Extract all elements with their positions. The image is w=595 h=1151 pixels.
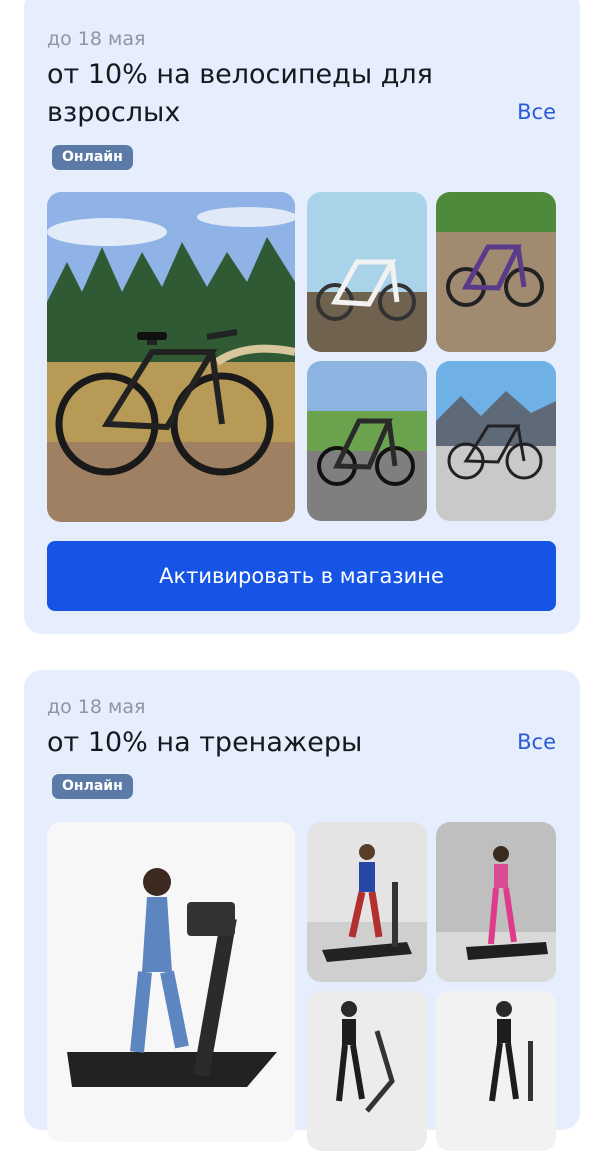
offer-card-fitness[interactable]: до 18 мая от 10% на тренажеры Все Онлайн (24, 670, 580, 1151)
bicycle-purple-image[interactable] (436, 192, 556, 352)
bicycle-mountain-image[interactable] (436, 361, 556, 521)
online-badge: Онлайн (52, 774, 133, 799)
offer-title: от 10% на велосипеды для взрослых (47, 59, 433, 128)
elliptical-image[interactable] (307, 991, 427, 1151)
see-all-link[interactable]: Все (517, 730, 556, 754)
treadmill-man-image[interactable] (307, 822, 427, 982)
offer-date: до 18 мая (47, 28, 146, 50)
offer-date: до 18 мая (47, 696, 146, 718)
offer-card-bicycles[interactable]: до 18 мая от 10% на велосипеды для взрос… (24, 0, 580, 634)
bicycle-main-image[interactable] (47, 192, 295, 522)
offer-title: от 10% на тренажеры (47, 727, 363, 758)
treadmill-woman-image[interactable] (436, 991, 556, 1151)
walking-pad-image[interactable] (436, 822, 556, 982)
bicycle-dark-image[interactable] (307, 361, 427, 521)
see-all-link[interactable]: Все (517, 100, 556, 124)
treadmill-main-image[interactable] (47, 822, 295, 1142)
bicycle-white-image[interactable] (307, 192, 427, 352)
online-badge: Онлайн (52, 145, 133, 170)
activate-in-store-button[interactable]: Активировать в магазине (47, 541, 556, 611)
